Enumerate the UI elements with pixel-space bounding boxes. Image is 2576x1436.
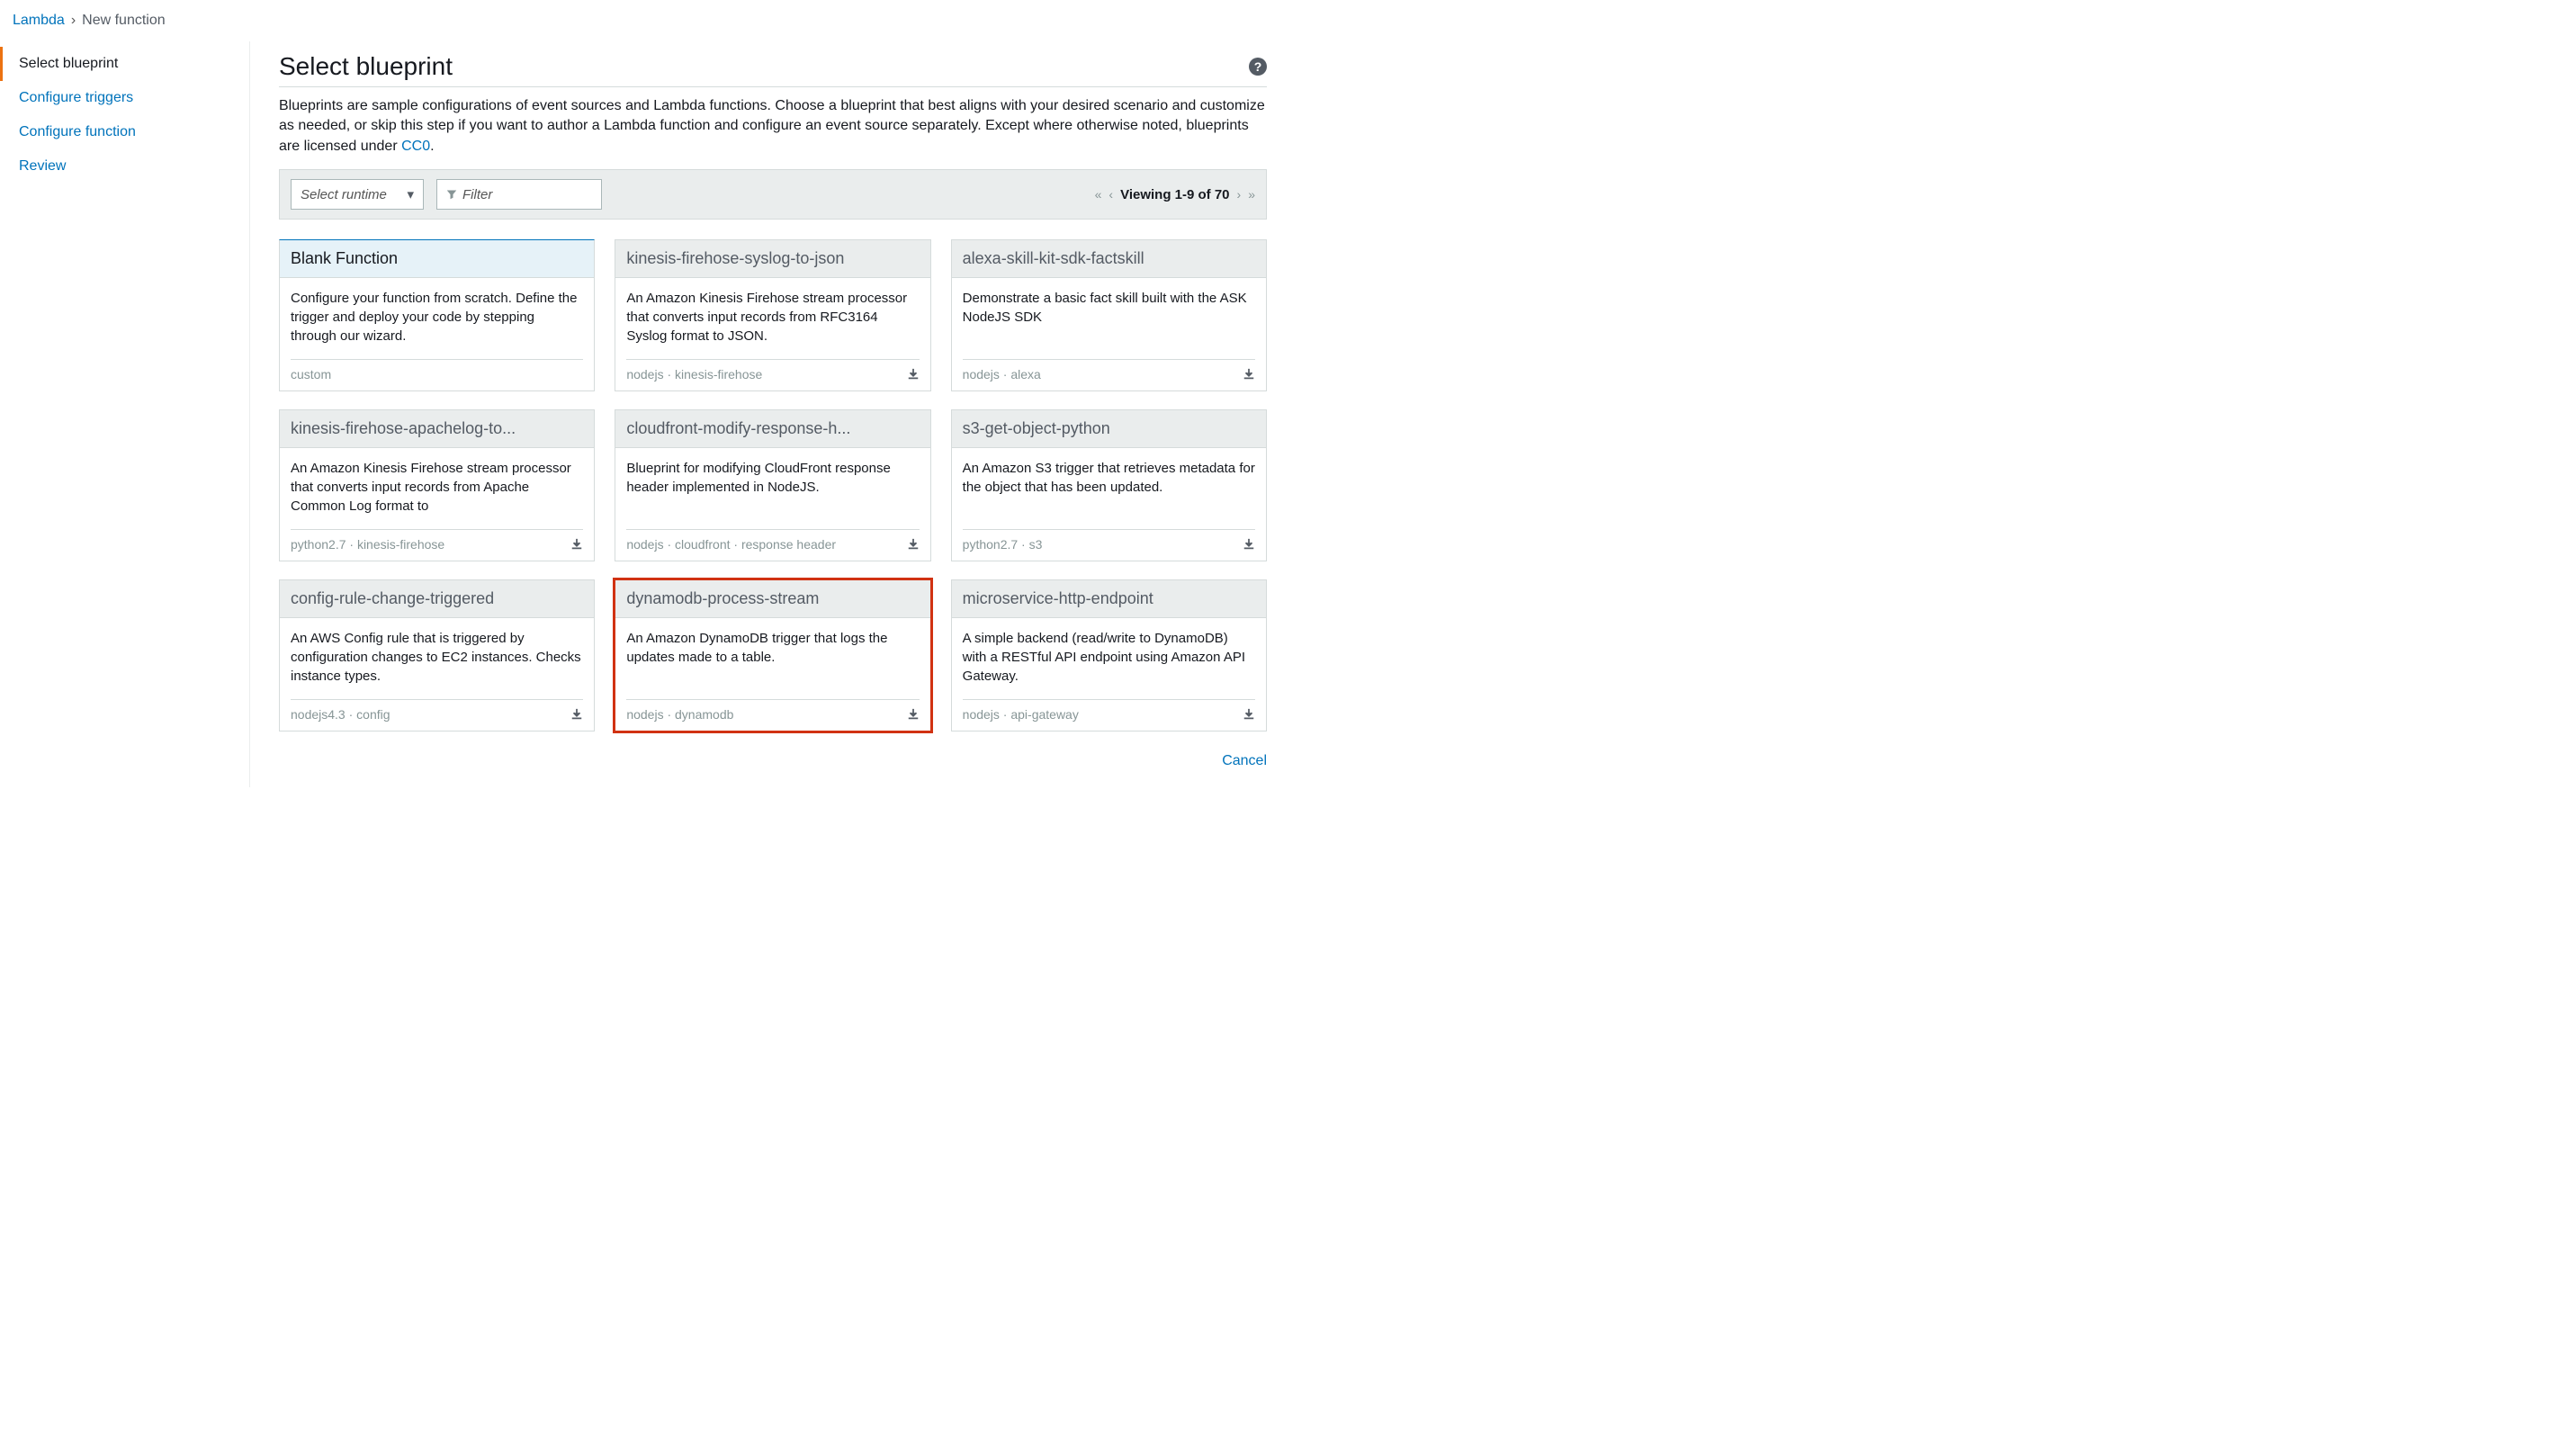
blueprint-title: cloudfront-modify-response-h... (615, 410, 929, 448)
runtime-select[interactable]: Select runtime ▾ (291, 179, 424, 210)
blueprint-description: An Amazon DynamoDB trigger that logs the… (615, 618, 929, 699)
pager-status: Viewing 1-9 of 70 (1120, 187, 1229, 202)
download-icon[interactable] (1243, 538, 1255, 551)
blueprint-description: An AWS Config rule that is triggered by … (280, 618, 594, 699)
blueprint-footer: nodejs · api-gateway (963, 699, 1255, 731)
page-title: Select blueprint (279, 52, 1249, 81)
blueprint-title: microservice-http-endpoint (952, 580, 1266, 618)
blueprint-card[interactable]: s3-get-object-pythonAn Amazon S3 trigger… (951, 409, 1267, 561)
blueprint-title: dynamodb-process-stream (615, 580, 929, 618)
blueprint-tags: nodejs · cloudfront · response header (626, 537, 906, 552)
blueprint-description: A simple backend (read/write to DynamoDB… (952, 618, 1266, 699)
filter-input[interactable]: Filter (436, 179, 602, 210)
blueprint-description: An Amazon S3 trigger that retrieves meta… (952, 448, 1266, 529)
pager-prev-icon[interactable]: ‹ (1108, 187, 1113, 202)
wizard-step-link[interactable]: Review (19, 158, 66, 174)
wizard-step[interactable]: Configure function (0, 115, 249, 149)
blueprint-description: An Amazon Kinesis Firehose stream proces… (280, 448, 594, 529)
blueprint-card[interactable]: kinesis-firehose-syslog-to-jsonAn Amazon… (615, 239, 930, 391)
blueprint-title: alexa-skill-kit-sdk-factskill (952, 240, 1266, 278)
pager: « ‹ Viewing 1-9 of 70 › » (1095, 187, 1255, 202)
wizard-step-link[interactable]: Configure triggers (19, 90, 133, 105)
download-icon[interactable] (570, 708, 583, 721)
blueprint-card[interactable]: microservice-http-endpointA simple backe… (951, 579, 1267, 731)
blueprint-title: kinesis-firehose-apachelog-to... (280, 410, 594, 448)
blueprint-title: Blank Function (280, 240, 594, 278)
blueprint-footer: nodejs · dynamodb (626, 699, 919, 731)
chevron-right-icon: › (71, 13, 76, 29)
pager-last-icon[interactable]: » (1248, 187, 1255, 202)
blueprint-description: An Amazon Kinesis Firehose stream proces… (615, 278, 929, 359)
blueprint-card[interactable]: kinesis-firehose-apachelog-to...An Amazo… (279, 409, 595, 561)
blueprint-tags: python2.7 · s3 (963, 537, 1243, 552)
blueprint-tags: nodejs · kinesis-firehose (626, 367, 906, 381)
wizard-nav: Select blueprint Configure triggers Config… (0, 41, 250, 787)
download-icon[interactable] (570, 538, 583, 551)
download-icon[interactable] (907, 368, 920, 381)
license-link[interactable]: CC0 (401, 139, 430, 154)
wizard-step-link[interactable]: Configure function (19, 124, 136, 139)
blueprint-card[interactable]: dynamodb-process-streamAn Amazon DynamoD… (615, 579, 930, 731)
blueprint-tags: custom (291, 367, 583, 381)
blueprint-tags: nodejs · dynamodb (626, 707, 906, 722)
blueprint-card[interactable]: alexa-skill-kit-sdk-factskillDemonstrate… (951, 239, 1267, 391)
funnel-icon (446, 189, 457, 200)
download-icon[interactable] (907, 708, 920, 721)
blueprint-description: Demonstrate a basic fact skill built wit… (952, 278, 1266, 359)
pager-next-icon[interactable]: › (1237, 187, 1242, 202)
breadcrumb-root[interactable]: Lambda (13, 13, 65, 29)
blueprint-card[interactable]: Blank FunctionConfigure your function fr… (279, 239, 595, 391)
blueprint-footer: custom (291, 359, 583, 390)
blueprint-footer: nodejs · alexa (963, 359, 1255, 390)
filter-bar: Select runtime ▾ Filter « ‹ Viewing 1-9 … (279, 169, 1267, 220)
wizard-step[interactable]: Review (0, 149, 249, 184)
footer: Cancel (279, 731, 1267, 769)
blueprint-footer: nodejs · kinesis-firehose (626, 359, 919, 390)
caret-down-icon: ▾ (407, 186, 414, 202)
wizard-step[interactable]: Configure triggers (0, 81, 249, 115)
blueprint-tags: nodejs · api-gateway (963, 707, 1243, 722)
page-description: Blueprints are sample configurations of … (279, 96, 1267, 157)
blueprint-tags: nodejs4.3 · config (291, 707, 570, 722)
blueprint-title: kinesis-firehose-syslog-to-json (615, 240, 929, 278)
blueprint-card[interactable]: cloudfront-modify-response-h...Blueprint… (615, 409, 930, 561)
main-content: Select blueprint ? Blueprints are sample… (250, 41, 1288, 787)
blueprint-footer: nodejs4.3 · config (291, 699, 583, 731)
blueprint-title: s3-get-object-python (952, 410, 1266, 448)
breadcrumb: Lambda › New function (13, 13, 2576, 29)
wizard-step[interactable]: Select blueprint (0, 47, 249, 81)
breadcrumb-current: New function (82, 13, 166, 29)
blueprint-footer: python2.7 · s3 (963, 529, 1255, 561)
blueprint-card[interactable]: config-rule-change-triggeredAn AWS Confi… (279, 579, 595, 731)
blueprint-tags: nodejs · alexa (963, 367, 1243, 381)
download-icon[interactable] (1243, 368, 1255, 381)
download-icon[interactable] (907, 538, 920, 551)
download-icon[interactable] (1243, 708, 1255, 721)
blueprint-description: Configure your function from scratch. De… (280, 278, 594, 359)
blueprint-footer: python2.7 · kinesis-firehose (291, 529, 583, 561)
cancel-button[interactable]: Cancel (1222, 753, 1267, 769)
blueprint-grid: Blank FunctionConfigure your function fr… (279, 239, 1267, 731)
blueprint-title: config-rule-change-triggered (280, 580, 594, 618)
blueprint-footer: nodejs · cloudfront · response header (626, 529, 919, 561)
blueprint-tags: python2.7 · kinesis-firehose (291, 537, 570, 552)
blueprint-description: Blueprint for modifying CloudFront respo… (615, 448, 929, 529)
help-icon[interactable]: ? (1249, 58, 1267, 76)
pager-first-icon[interactable]: « (1095, 187, 1102, 202)
